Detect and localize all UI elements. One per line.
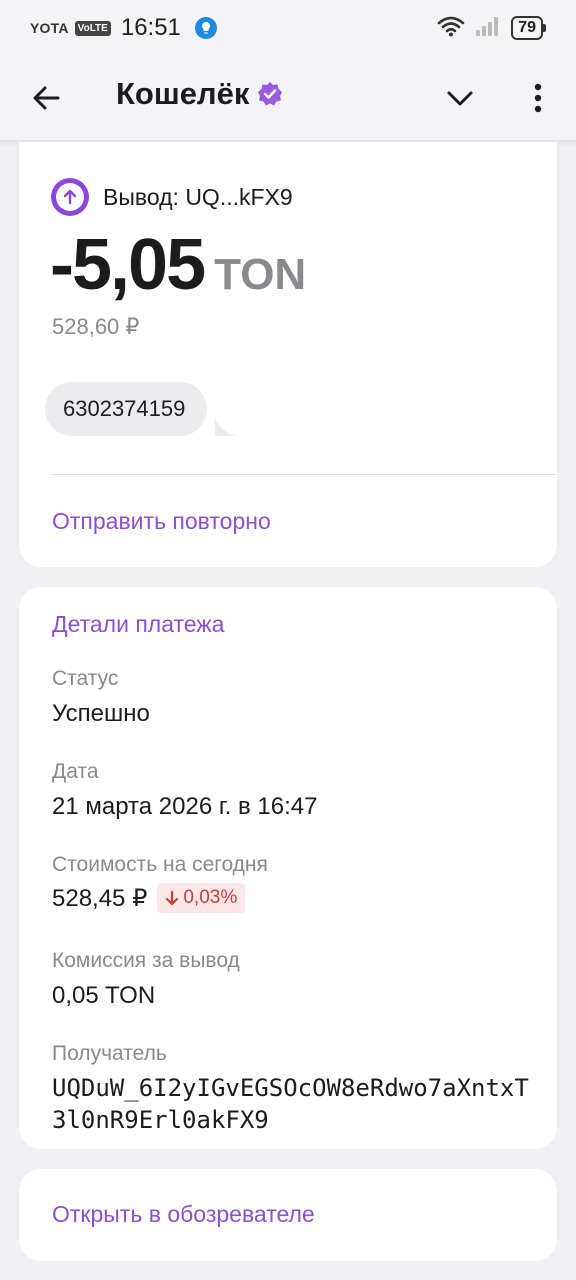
value-row: 528,45 ₽ 0,03% [52, 883, 268, 913]
explorer-card[interactable]: Открыть в обозревателе [19, 1169, 557, 1261]
clock: 16:51 [120, 14, 181, 41]
comment-bubble-tail [215, 418, 237, 436]
change-badge: 0,03% [157, 883, 246, 913]
page-title: Кошелёк [116, 76, 250, 111]
date-value: 21 марта 2026 г. в 16:47 [52, 793, 318, 820]
open-explorer-button[interactable]: Открыть в обозревателе [52, 1201, 315, 1228]
verified-badge-icon [258, 82, 283, 106]
battery-level: 79 [511, 16, 543, 40]
volte-badge: VoLTE [74, 20, 111, 36]
date-label: Дата [52, 760, 99, 783]
signal-icon [475, 15, 501, 42]
value-value: 528,45 ₽ [52, 884, 148, 912]
withdraw-icon [51, 178, 89, 216]
comment-bubble[interactable]: 6302374159 [45, 382, 208, 436]
carrier-label: YOTA [30, 20, 69, 36]
app-bar: Кошелёк [0, 56, 576, 140]
back-arrow-icon [33, 86, 60, 110]
battery-icon: 79 [511, 16, 546, 40]
recipient-label: Получатель [52, 1042, 167, 1065]
status-label: Статус [52, 667, 119, 690]
recipient-field[interactable]: Получатель UQDuW_6I2yIGvEGSOcOW8eRdwo7aX… [52, 1042, 532, 1136]
resend-button[interactable]: Отправить повторно [52, 508, 271, 535]
value-label: Стоимость на сегодня [52, 853, 268, 876]
status-bar: YOTA VoLTE 16:51 79 [0, 0, 576, 56]
more-options-button[interactable] [518, 78, 558, 118]
transaction-amount: -5,05 [50, 225, 206, 305]
fiat-amount: 528,60 ₽ [52, 314, 140, 339]
recipient-address[interactable]: UQDuW_6I2yIGvEGSOcOW8eRdwo7aXntxT3l0nR9E… [52, 1072, 532, 1136]
more-vertical-icon [534, 83, 542, 113]
details-title: Детали платежа [52, 611, 225, 637]
value-field: Стоимость на сегодня 528,45 ₽ 0,03% [52, 853, 268, 913]
status-field: Статус Успешно [52, 667, 150, 728]
date-field: Дата 21 марта 2026 г. в 16:47 [52, 760, 317, 821]
arrow-down-icon [166, 890, 179, 906]
transaction-header: Вывод: UQ...kFX9 [51, 178, 293, 216]
status-bar-left: YOTA VoLTE 16:51 [30, 14, 217, 42]
change-value: 0,03% [183, 887, 238, 908]
back-button[interactable] [26, 78, 66, 118]
amount-row: -5,05 TON [50, 224, 306, 306]
status-bar-right: 79 [437, 15, 546, 42]
page-title-wrap: Кошелёк [116, 76, 283, 112]
fee-value: 0,05 TON [52, 982, 156, 1009]
transaction-currency: TON [214, 250, 307, 299]
fee-field: Комиссия за вывод 0,05 TON [52, 949, 240, 1010]
transaction-card: Вывод: UQ...kFX9 -5,05 TON 528,60 ₽ 6302… [19, 142, 557, 567]
notification-icon [194, 17, 217, 39]
chevron-down-icon [447, 91, 473, 106]
chevron-down-button[interactable] [440, 78, 480, 118]
wifi-icon [437, 15, 465, 42]
card-divider [51, 474, 557, 475]
transaction-label: Вывод: UQ...kFX9 [103, 183, 293, 210]
payment-details-card: Детали платежа Статус Успешно Дата 21 ма… [19, 587, 557, 1149]
status-value: Успешно [52, 700, 150, 727]
arrow-up-icon [63, 189, 77, 205]
fee-label: Комиссия за вывод [52, 949, 240, 972]
